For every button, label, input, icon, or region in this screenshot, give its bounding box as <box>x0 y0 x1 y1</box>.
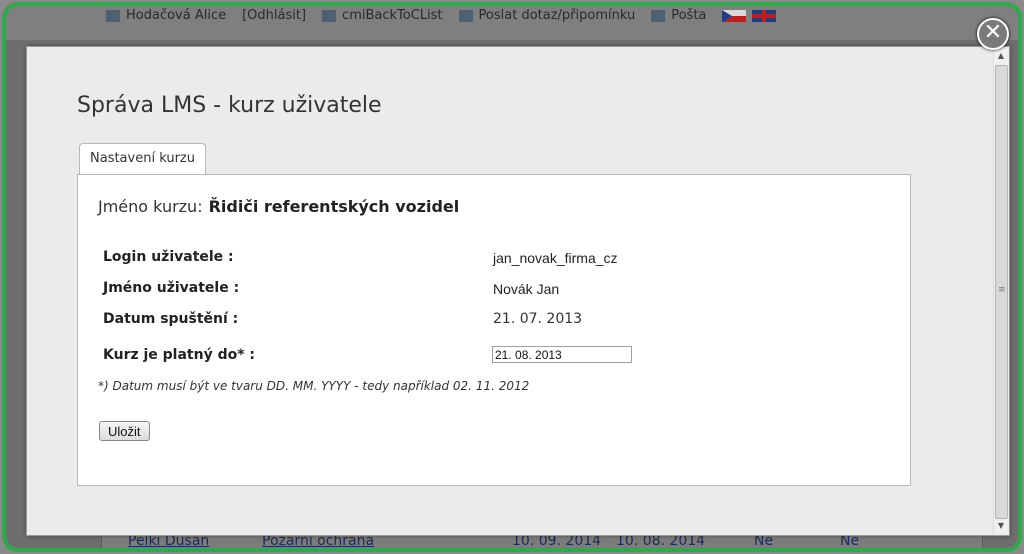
valid-until-input[interactable] <box>492 346 632 363</box>
scroll-down-arrow-icon[interactable]: ▼ <box>994 519 1008 533</box>
feedback-item[interactable]: Poslat dotaz/připomínku <box>458 8 636 23</box>
popup-frame: Hodačová Alice [Odhlásit] cmiBackToCList… <box>2 2 1022 552</box>
user-name[interactable]: Hodačová Alice <box>126 8 226 23</box>
close-icon[interactable]: ✕ <box>977 18 1009 50</box>
course-name-label: Jméno kurzu: <box>98 197 203 216</box>
language-flags <box>722 8 782 23</box>
tab-panel: Jméno kurzu: Řidiči referentských vozidel… <box>77 174 911 486</box>
tab-course-settings[interactable]: Nastavení kurzu <box>79 143 206 174</box>
feedback-link[interactable]: Poslat dotaz/připomínku <box>479 8 636 23</box>
scroll-thumb[interactable]: ≡ <box>995 65 1008 519</box>
user-name-label: Jméno uživatele : <box>103 280 240 296</box>
back-item[interactable]: cmiBackToCList <box>322 8 443 23</box>
course-name-value: Řidiči referentských vozidel <box>208 197 460 216</box>
login-label: Login uživatele : <box>103 249 234 265</box>
mail-icon <box>651 9 666 22</box>
user-item[interactable]: Hodačová Alice <box>106 8 226 23</box>
back-link[interactable]: cmiBackToCList <box>342 8 442 23</box>
czech-flag-icon[interactable] <box>722 9 747 22</box>
logout-link[interactable]: [Odhlásit] <box>242 8 306 23</box>
user-name-value: Novák Jan <box>493 281 560 297</box>
save-button[interactable]: Uložit <box>99 421 150 441</box>
back-icon <box>322 9 337 22</box>
course-name-line: Jméno kurzu: Řidiči referentských vozidel <box>98 197 459 216</box>
feedback-icon <box>458 9 473 22</box>
start-date-value: 21. 07. 2013 <box>493 311 583 327</box>
mail-item[interactable]: Pošta <box>651 8 706 23</box>
background-top-bar: Hodačová Alice [Odhlásit] cmiBackToCList… <box>6 6 1018 40</box>
mail-link[interactable]: Pošta <box>671 8 706 23</box>
date-format-note: *) Datum musí být ve tvaru DD. MM. YYYY … <box>98 379 530 393</box>
course-settings-dialog: Správa LMS - kurz uživatele Nastavení ku… <box>26 46 1010 536</box>
scroll-up-arrow-icon[interactable]: ▲ <box>994 49 1008 63</box>
dialog-title: Správa LMS - kurz uživatele <box>77 93 382 118</box>
scroll-grip-icon: ≡ <box>998 285 1006 295</box>
user-icon <box>106 9 120 22</box>
login-value: jan_novak_firma_cz <box>493 250 618 266</box>
uk-flag-icon[interactable] <box>752 9 777 22</box>
vertical-scrollbar[interactable]: ▲ ≡ ▼ <box>993 49 1008 533</box>
valid-until-label: Kurz je platný do* : <box>103 347 256 363</box>
start-date-label: Datum spuštění : <box>103 311 239 327</box>
